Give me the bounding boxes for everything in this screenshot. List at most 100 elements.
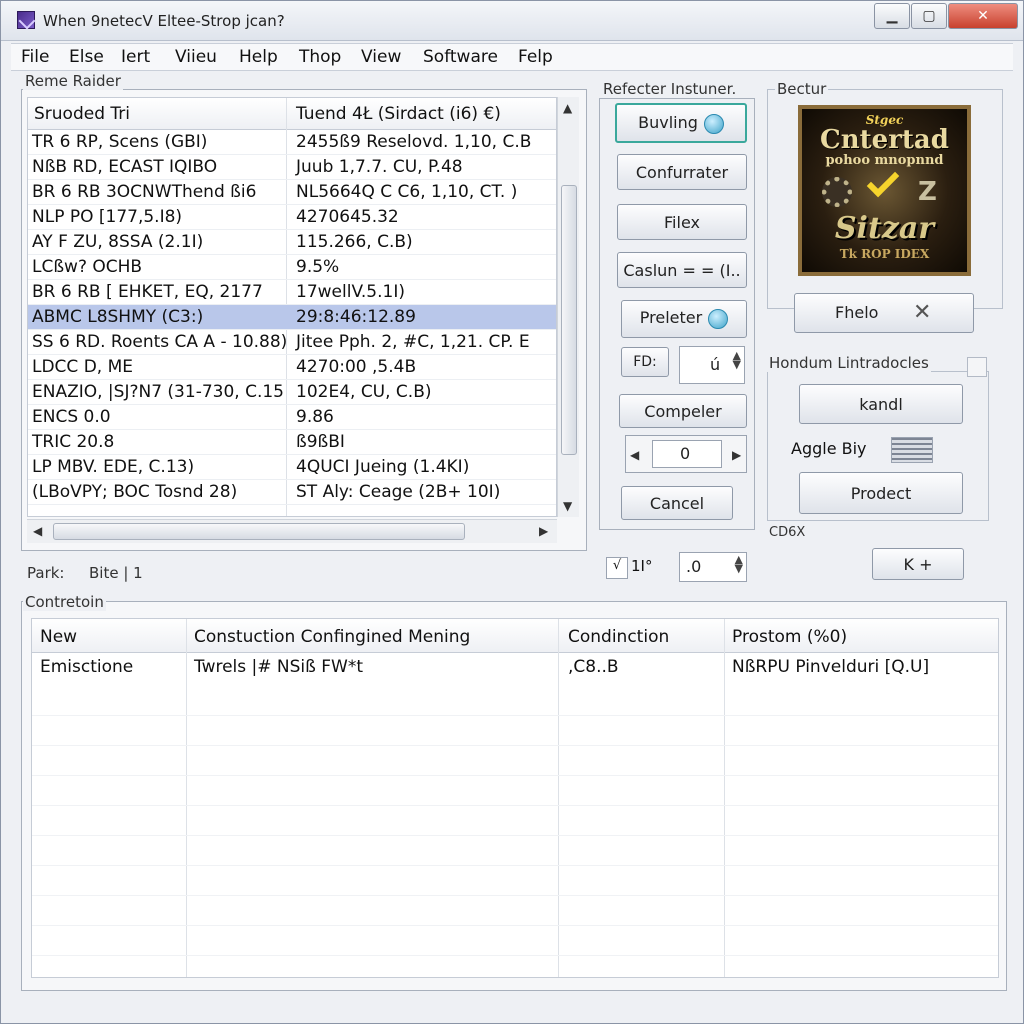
cell-value: ß9ßBI — [296, 432, 345, 452]
park-label: Park: — [25, 564, 67, 582]
column-header-new[interactable]: New — [40, 627, 77, 647]
cell-name: BR 6 RB 3OCNWThend ßi6 — [32, 182, 257, 202]
cell-value: 4QUCI Jueing (1.4KI) — [296, 457, 470, 477]
app-icon — [17, 11, 35, 29]
cell-name: (LBoVPY; BOC Tosnd 28) — [32, 482, 238, 502]
logo-text-4: Sitzar — [834, 211, 935, 246]
list-vertical-scrollbar[interactable]: ▲ ▼ — [557, 97, 579, 517]
row-divider — [32, 745, 998, 746]
horizontal-scroll-thumb[interactable] — [53, 523, 465, 540]
main-list[interactable]: Sruoded Tri Tuend 4Ł (Sirdact (i6) €) TR… — [27, 97, 557, 517]
table-row[interactable]: Emisctione Twrels |# NSiß FW*t ,C8..B Nß… — [32, 653, 998, 683]
spin-right-icon[interactable]: ▶ — [732, 448, 741, 462]
menu-iert[interactable]: Iert — [121, 47, 150, 67]
cell-value: 9.86 — [296, 407, 334, 427]
cell-value: NL5664Q C C6, 1,10, CT. ) — [296, 182, 518, 202]
cell-value: 4270645.32 — [296, 207, 399, 227]
cell-name: NßB RD, ECAST IQIBO — [32, 157, 218, 177]
fd-button[interactable]: FD: — [621, 347, 669, 377]
close-button[interactable]: ✕ — [948, 3, 1018, 29]
preleter-button[interactable]: Preleter — [621, 300, 747, 338]
row-divider — [32, 865, 998, 866]
menu-help[interactable]: Help — [239, 47, 278, 67]
close-icon[interactable]: ✕ — [913, 294, 931, 332]
bottom-group-label: Contretoin — [23, 593, 106, 611]
minimize-button[interactable]: ▁ — [874, 3, 910, 29]
row-divider — [32, 775, 998, 776]
buvling-button-label: Buvling — [638, 113, 698, 132]
cell-name: LP MBV. EDE, C.13) — [32, 457, 195, 477]
list-row[interactable]: (LBoVPY; BOC Tosnd 28) ST Aly: Ceage (2B+… — [28, 480, 556, 505]
window-title: When 9netecV Eltee-Strop jcan? — [43, 12, 285, 30]
menu-software[interactable]: Software — [423, 47, 498, 67]
spin-arrows-icon[interactable]: ▲ ▼ — [735, 554, 743, 574]
bottom-spin-field[interactable]: .0 ▲ ▼ — [679, 552, 747, 582]
list-row[interactable]: TRIC 20.8 ß9ßBI — [28, 430, 556, 455]
checkbox[interactable]: √ — [606, 557, 628, 579]
details-table[interactable]: New Constuction Confingined Mening Condi… — [31, 618, 999, 978]
scroll-left-icon[interactable]: ◀ — [33, 524, 42, 538]
fhelo-button[interactable]: Fhelo ✕ — [794, 293, 974, 333]
menu-felp[interactable]: Felp — [518, 47, 553, 67]
menu-thop[interactable]: Thop — [299, 47, 341, 67]
list-row[interactable]: LCßw? OCHB 9.5% — [28, 255, 556, 280]
k-plus-button[interactable]: K + — [872, 548, 964, 580]
menu-else[interactable]: Else — [69, 47, 104, 67]
scroll-up-icon[interactable]: ▲ — [563, 101, 572, 115]
maximize-button[interactable]: ▢ — [911, 3, 947, 29]
menu-view[interactable]: View — [361, 47, 401, 67]
column-header-condinction[interactable]: Condinction — [568, 627, 669, 647]
caslun-button[interactable]: Caslun = = (I.. — [617, 252, 747, 288]
list-row[interactable]: ENCS 0.0 9.86 — [28, 405, 556, 430]
compeler-button[interactable]: Compeler — [619, 394, 747, 428]
group-toggle-icon[interactable] — [967, 357, 987, 377]
list-row[interactable]: AY F ZU, 8SSA (2.1I) 115.266, C.B) — [28, 230, 556, 255]
column-header-name[interactable]: Sruoded Tri — [34, 104, 130, 124]
cell-value: Jitee Pph. 2, #C, 1,21. CP. E — [296, 332, 530, 352]
confurrater-button[interactable]: Confurrater — [617, 154, 747, 190]
title-bar[interactable]: When 9netecV Eltee-Strop jcan? ▁ ▢ ✕ — [1, 1, 1023, 41]
column-header-prostom[interactable]: Prostom (%0) — [732, 627, 847, 647]
list-row[interactable]: ENAZIO, |SJ?N7 (31-730, C.15 102E4, CU, C… — [28, 380, 556, 405]
list-row[interactable]: BR 6 RB [ EHKET, EQ, 2177 17wellV.5.1I) — [28, 280, 556, 305]
list-row[interactable]: BR 6 RB 3OCNWThend ßi6 NL5664Q C C6, 1,10… — [28, 180, 556, 205]
row-divider — [32, 835, 998, 836]
cell-name: TRIC 20.8 — [32, 432, 115, 452]
cell-new: Emisctione — [40, 657, 134, 677]
vertical-scroll-thumb[interactable] — [561, 185, 577, 455]
list-row[interactable]: NLP PO [177,5.I8) 4270645.32 — [28, 205, 556, 230]
prodect-button[interactable]: Prodect — [799, 472, 963, 514]
list-row[interactable]: LDCC D, ME 4270:00 ,5.4B — [28, 355, 556, 380]
buvling-button[interactable]: Buvling — [615, 103, 747, 143]
logo-text-5: Tk ROP IDEX — [839, 247, 930, 261]
list-row[interactable]: SS 6 RD. Roents CA A - 10.88) Jitee Pph. … — [28, 330, 556, 355]
fd-spin-field[interactable]: ú ▲ ▼ — [679, 346, 745, 384]
column-header-value[interactable]: Tuend 4Ł (Sirdact (i6) €) — [296, 104, 501, 124]
list-horizontal-scrollbar[interactable]: ◀ ▶ — [27, 519, 557, 543]
menu-file[interactable]: File — [21, 47, 49, 67]
list-row-selected[interactable]: ABMC L8SHMY (C3:) 29:8:46:12.89 — [28, 305, 556, 330]
scroll-down-icon[interactable]: ▼ — [563, 499, 572, 513]
cell-name: LDCC D, ME — [32, 357, 134, 377]
list-row[interactable]: LP MBV. EDE, C.13) 4QUCI Jueing (1.4KI) — [28, 455, 556, 480]
column-header-construction[interactable]: Constuction Confingined Mening — [194, 627, 470, 647]
small-spin-field[interactable]: 0 ◀ ▶ — [625, 435, 747, 473]
cell-value: ST Aly: Ceage (2B+ 10I) — [296, 482, 501, 502]
cell-condinction: ,C8..B — [568, 657, 619, 677]
filex-button[interactable]: Filex — [617, 204, 747, 240]
scroll-right-icon[interactable]: ▶ — [539, 524, 548, 538]
checkmark-icon — [866, 164, 900, 198]
cell-name: BR 6 RB [ EHKET, EQ, 2177 — [32, 282, 263, 302]
spin-left-icon[interactable]: ◀ — [630, 448, 639, 462]
small-spin-value: 0 — [680, 444, 691, 463]
spin-arrows-icon[interactable]: ▲ ▼ — [733, 350, 741, 370]
kandl-button[interactable]: kandl — [799, 384, 963, 424]
cell-construction: Twrels |# NSiß FW*t — [194, 657, 364, 677]
logo-text-3: pohoo mnopnnd — [825, 153, 944, 168]
cancel-button[interactable]: Cancel — [621, 486, 733, 520]
list-row[interactable]: NßB RD, ECAST IQIBO Juub 1,7.7. CU, P.48 — [28, 155, 556, 180]
list-row[interactable]: TR 6 RP, Scens (GBI) 2455ß9 Reselovd. 1,1… — [28, 130, 556, 155]
preleter-button-label: Preleter — [639, 308, 703, 327]
spin-label: 1I° — [631, 557, 653, 575]
menu-viieu[interactable]: Viieu — [175, 47, 217, 67]
